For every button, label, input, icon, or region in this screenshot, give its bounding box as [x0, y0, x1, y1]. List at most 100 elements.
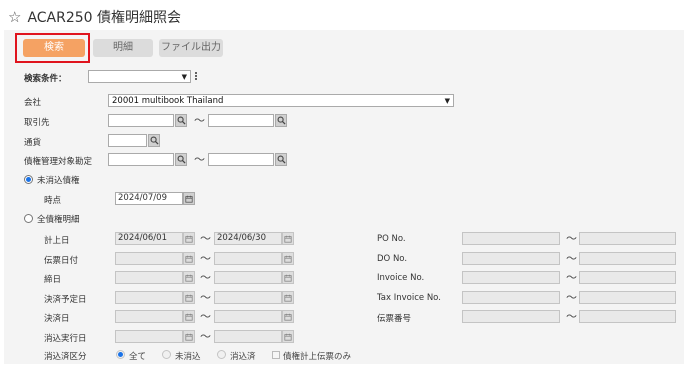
status-unreconciled-label: 未消込	[175, 352, 201, 362]
tax-invoice-from-input[interactable]	[462, 291, 560, 304]
company-label: 会社	[24, 98, 42, 108]
posting-date-label: 計上日	[44, 236, 70, 246]
do-to-input[interactable]	[579, 252, 676, 265]
calendar-icon[interactable]	[183, 192, 195, 205]
calendar-icon[interactable]	[282, 252, 294, 265]
calendar-icon[interactable]	[282, 271, 294, 284]
unreconciled-radio[interactable]	[24, 175, 33, 184]
page-title-text: ACAR250 債権明細照会	[27, 10, 182, 26]
currency-label: 通貨	[24, 138, 42, 148]
tax-invoice-to-input[interactable]	[579, 291, 676, 304]
all-items-label: 全債権明細	[37, 215, 80, 225]
range-tilde: 〜	[566, 232, 577, 245]
search-icon[interactable]	[275, 153, 287, 166]
planned-settlement-date-label: 決済予定日	[44, 295, 87, 305]
more-options-icon[interactable]	[195, 72, 198, 80]
reconcile-date-from-input[interactable]	[115, 330, 183, 343]
partner-label: 取引先	[24, 118, 50, 128]
cutoff-date-label: 締日	[44, 275, 62, 285]
cutoff-date-from-input[interactable]	[115, 271, 183, 284]
point-in-time-input[interactable]: 2024/07/09	[115, 192, 183, 205]
partner-to-input[interactable]	[208, 114, 274, 127]
calendar-icon[interactable]	[183, 252, 195, 265]
settlement-date-label: 決済日	[44, 314, 70, 324]
calendar-icon[interactable]	[183, 330, 195, 343]
calendar-icon[interactable]	[282, 232, 294, 245]
account-to-input[interactable]	[208, 153, 274, 166]
calendar-icon[interactable]	[183, 232, 195, 245]
invoice-to-input[interactable]	[579, 271, 676, 284]
range-tilde: 〜	[200, 330, 211, 343]
do-from-input[interactable]	[462, 252, 560, 265]
po-from-input[interactable]	[462, 232, 560, 245]
search-button[interactable]: 検索	[23, 39, 85, 57]
range-tilde: 〜	[194, 153, 205, 166]
slip-date-label: 伝票日付	[44, 256, 79, 266]
range-tilde: 〜	[566, 291, 577, 304]
account-from-input[interactable]	[108, 153, 174, 166]
status-unreconciled-radio[interactable]	[162, 350, 171, 359]
page-title: ☆ ACAR250 債権明細照会	[8, 7, 181, 27]
calendar-icon[interactable]	[282, 330, 294, 343]
status-all-label: 全て	[129, 352, 147, 362]
range-tilde: 〜	[200, 252, 211, 265]
partner-from-input[interactable]	[108, 114, 174, 127]
range-tilde: 〜	[566, 252, 577, 265]
range-tilde: 〜	[200, 271, 211, 284]
range-tilde: 〜	[566, 310, 577, 323]
export-file-button[interactable]: ファイル出力	[159, 39, 223, 57]
company-select[interactable]: 20001 multibook Thailand ▼	[108, 94, 454, 107]
detail-button[interactable]: 明細	[93, 39, 153, 57]
tax-invoice-label: Tax Invoice No.	[377, 293, 441, 303]
po-label: PO No.	[377, 234, 406, 244]
calendar-icon[interactable]	[183, 291, 195, 304]
do-label: DO No.	[377, 254, 408, 264]
invoice-from-input[interactable]	[462, 271, 560, 284]
search-condition-select[interactable]: ▼	[88, 70, 191, 83]
reconcile-date-to-input[interactable]	[214, 330, 282, 343]
posting-date-to-input[interactable]: 2024/06/30	[214, 232, 282, 245]
range-tilde: 〜	[566, 271, 577, 284]
search-icon[interactable]	[175, 114, 187, 127]
all-items-radio[interactable]	[24, 214, 33, 223]
unreconciled-label: 未消込債権	[37, 176, 80, 186]
calendar-icon[interactable]	[282, 310, 294, 323]
settlement-date-from-input[interactable]	[115, 310, 183, 323]
slip-number-label: 伝票番号	[377, 314, 412, 324]
cutoff-date-to-input[interactable]	[214, 271, 282, 284]
currency-input[interactable]	[108, 134, 147, 147]
star-icon[interactable]: ☆	[8, 9, 21, 25]
search-icon[interactable]	[275, 114, 287, 127]
range-tilde: 〜	[200, 310, 211, 323]
calendar-icon[interactable]	[282, 291, 294, 304]
posting-date-from-input[interactable]: 2024/06/01	[115, 232, 183, 245]
search-icon[interactable]	[175, 153, 187, 166]
slip-date-to-input[interactable]	[214, 252, 282, 265]
po-to-input[interactable]	[579, 232, 676, 245]
point-in-time-label: 時点	[44, 196, 62, 206]
status-reconciled-label: 消込済	[230, 352, 256, 362]
planned-settlement-date-from-input[interactable]	[115, 291, 183, 304]
range-tilde: 〜	[194, 114, 205, 127]
calendar-icon[interactable]	[183, 310, 195, 323]
calendar-icon[interactable]	[183, 271, 195, 284]
chevron-down-icon: ▼	[181, 72, 187, 81]
slip-date-from-input[interactable]	[115, 252, 183, 265]
invoice-slip-only-checkbox[interactable]	[272, 351, 280, 359]
slip-number-to-input[interactable]	[579, 310, 676, 323]
account-label: 債権管理対象勘定	[24, 157, 93, 167]
invoice-label: Invoice No.	[377, 273, 425, 283]
reconcile-date-label: 消込実行日	[44, 334, 87, 344]
settlement-date-to-input[interactable]	[214, 310, 282, 323]
status-all-radio[interactable]	[116, 350, 125, 359]
search-condition-label: 検索条件：	[24, 74, 67, 84]
status-label: 消込済区分	[44, 352, 87, 362]
invoice-slip-only-label: 債権計上伝票のみ	[283, 352, 352, 362]
status-reconciled-radio[interactable]	[217, 350, 226, 359]
search-icon[interactable]	[148, 134, 160, 147]
range-tilde: 〜	[200, 291, 211, 304]
chevron-down-icon: ▼	[444, 96, 450, 105]
slip-number-from-input[interactable]	[462, 310, 560, 323]
planned-settlement-date-to-input[interactable]	[214, 291, 282, 304]
range-tilde: 〜	[200, 232, 211, 245]
